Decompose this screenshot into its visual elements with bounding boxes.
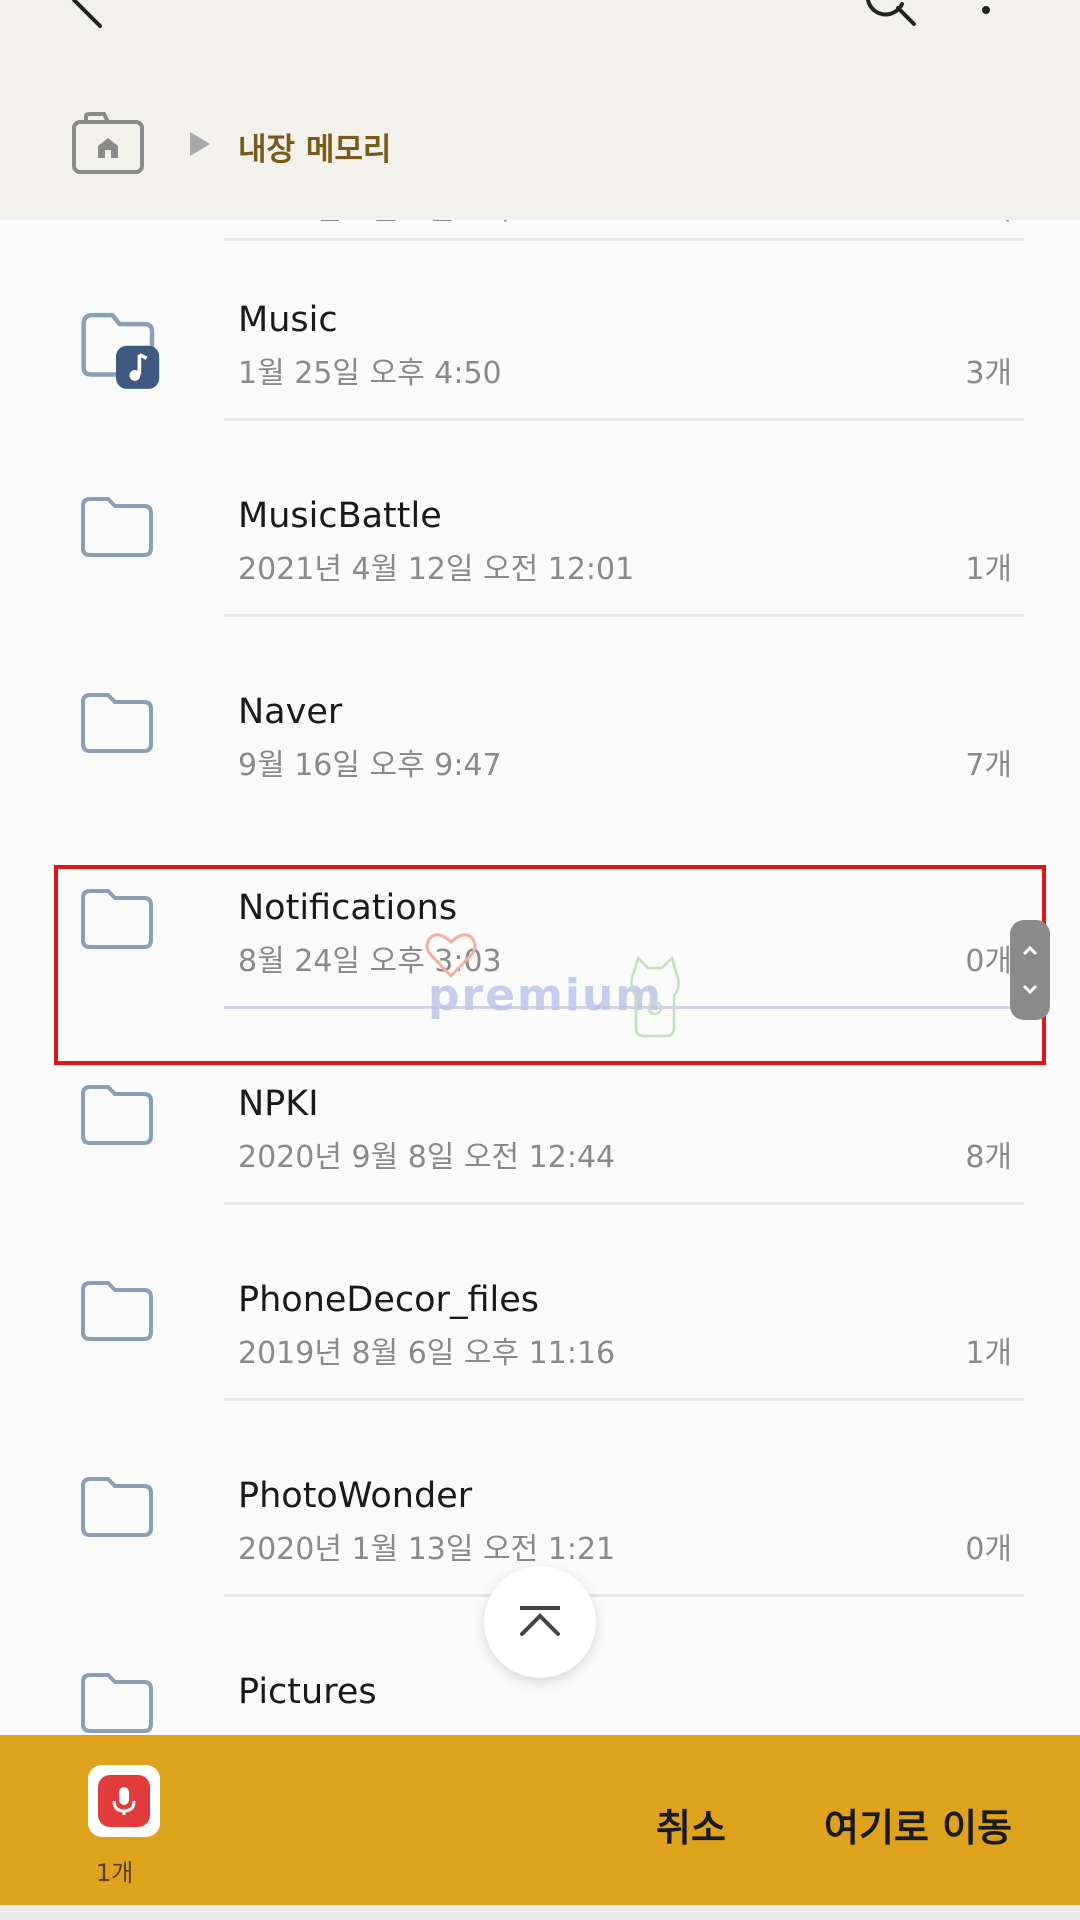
row-divider bbox=[224, 1594, 1024, 1597]
cancel-button[interactable]: 취소 bbox=[656, 1797, 726, 1852]
folder-icon bbox=[81, 1477, 153, 1537]
folder-count: 2개 bbox=[965, 220, 1012, 228]
folder-date: 2019년 8월 6일 오후 9:29 bbox=[238, 220, 596, 228]
list-item[interactable]: PhoneDecor_files 2019년 8월 6일 오후 11:16 1개 bbox=[0, 1220, 1080, 1416]
folder-date: 2020년 1월 13일 오전 1:21 bbox=[238, 1532, 616, 1567]
navigation-strip bbox=[0, 1905, 1080, 1920]
search-icon[interactable] bbox=[862, 0, 918, 30]
folder-count: 0개 bbox=[965, 1532, 1012, 1567]
scroll-arrows-icon bbox=[1022, 945, 1038, 995]
row-divider bbox=[224, 1202, 1024, 1205]
move-here-button[interactable]: 여기로 이동 bbox=[824, 1797, 1012, 1852]
cat-watermark-icon bbox=[630, 955, 680, 1038]
folder-date: 9월 16일 오후 9:47 bbox=[238, 748, 502, 783]
voice-recorder-icon bbox=[98, 1775, 150, 1827]
folder-date: 2019년 8월 6일 오후 11:16 bbox=[238, 1336, 616, 1371]
folder-date: 1월 25일 오후 4:50 bbox=[238, 356, 502, 391]
selected-count: 1개 bbox=[96, 1859, 134, 1887]
folder-count: 3개 bbox=[965, 356, 1012, 391]
scroll-to-top-button[interactable] bbox=[484, 1566, 596, 1678]
folder-icon bbox=[81, 693, 153, 753]
scroll-top-icon bbox=[520, 1606, 560, 1636]
folder-name: NPKI bbox=[238, 1084, 319, 1124]
folder-name: Music bbox=[238, 300, 338, 340]
breadcrumb-arrow-icon bbox=[190, 132, 210, 156]
list-item[interactable]: Naver 9월 16일 오후 9:47 7개 bbox=[0, 632, 1080, 828]
folder-name: Naver bbox=[238, 692, 343, 732]
folder-icon bbox=[81, 1673, 153, 1733]
row-divider bbox=[224, 614, 1024, 617]
list-item[interactable]: MusicBattle 2021년 4월 12일 오전 12:01 1개 bbox=[0, 436, 1080, 632]
top-app-bar: 내장 메모리 bbox=[0, 0, 1080, 220]
list-item[interactable]: Music 1월 25일 오후 4:50 3개 bbox=[0, 240, 1080, 436]
folder-icon bbox=[81, 497, 153, 557]
row-divider bbox=[224, 1398, 1024, 1401]
breadcrumb-current[interactable]: 내장 메모리 bbox=[238, 124, 391, 169]
folder-icon bbox=[81, 1281, 153, 1341]
folder-count: 8개 bbox=[965, 1140, 1012, 1175]
clipboard-item[interactable] bbox=[88, 1765, 160, 1837]
list-item-partial[interactable]: 2019년 8월 6일 오후 9:29 2개 bbox=[0, 220, 1080, 241]
folder-date: 2021년 4월 12일 오전 12:01 bbox=[238, 552, 635, 587]
folder-name: PhoneDecor_files bbox=[238, 1280, 539, 1320]
folder-icon bbox=[81, 1085, 153, 1145]
folder-count: 7개 bbox=[965, 748, 1012, 783]
folder-name: Pictures bbox=[238, 1672, 377, 1712]
selection-highlight bbox=[54, 865, 1046, 1065]
folder-name: PhotoWonder bbox=[238, 1476, 473, 1516]
fast-scroll-thumb[interactable] bbox=[1010, 920, 1050, 1020]
more-options-icon[interactable] bbox=[976, 0, 996, 30]
home-icon[interactable] bbox=[72, 112, 144, 174]
folder-date: 2020년 9월 8일 오전 12:44 bbox=[238, 1140, 616, 1175]
row-divider bbox=[224, 418, 1024, 421]
bottom-action-bar: 1개 취소 여기로 이동 bbox=[0, 1735, 1080, 1905]
music-folder-icon bbox=[81, 312, 160, 389]
folder-name: MusicBattle bbox=[238, 496, 442, 536]
folder-count: 1개 bbox=[965, 552, 1012, 587]
back-arrow-icon[interactable] bbox=[60, 0, 120, 40]
folder-count: 1개 bbox=[965, 1336, 1012, 1371]
